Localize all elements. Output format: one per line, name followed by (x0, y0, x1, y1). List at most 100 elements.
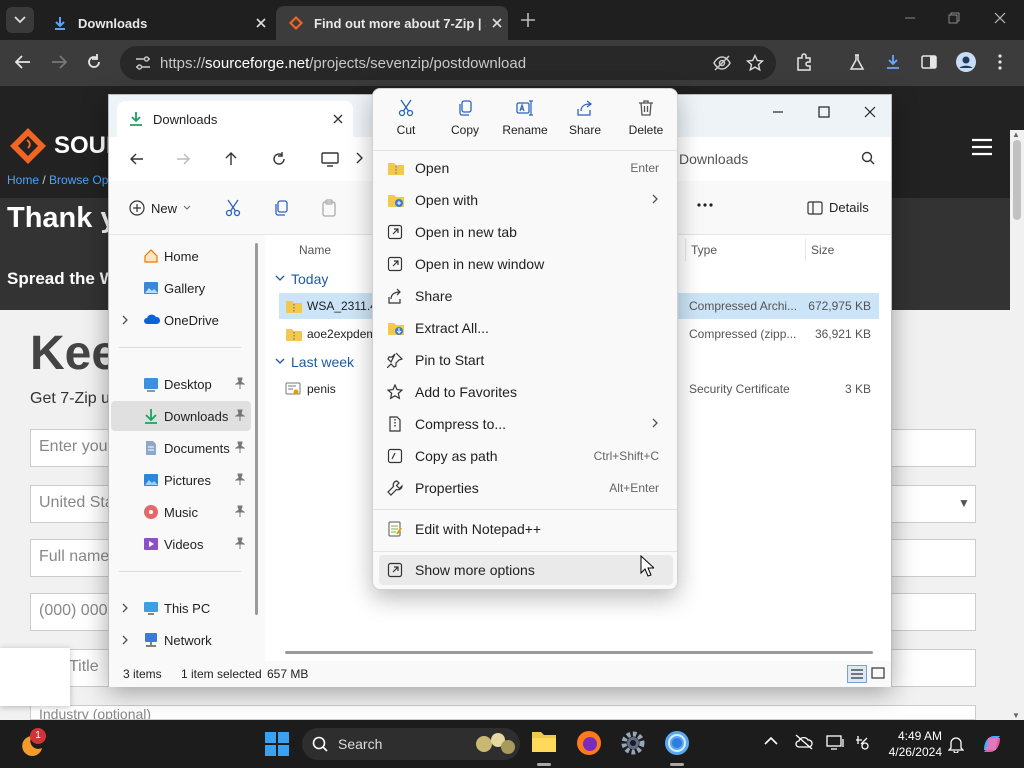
sidebar-item-pictures[interactable]: Pictures (111, 465, 251, 495)
minimize-button[interactable] (902, 10, 918, 26)
menu-item-pin-to-start[interactable]: Pin to Start (379, 345, 673, 375)
tracking-protection-icon[interactable] (712, 54, 732, 72)
menu-item-open-new-tab[interactable]: Open in new tab (379, 217, 673, 247)
pin-icon[interactable] (235, 505, 245, 517)
explorer-tab-downloads[interactable]: Downloads (117, 101, 353, 137)
tray-onedrive[interactable] (794, 734, 814, 750)
breadcrumb-home[interactable]: Home (7, 173, 39, 187)
page-scrollbar[interactable]: ▲ ▼ (1010, 130, 1024, 720)
menu-item-compress-to[interactable]: Compress to... (379, 409, 673, 439)
sidebar-scrollbar[interactable] (255, 243, 258, 615)
industry-field[interactable]: Industry (optional) (30, 705, 976, 720)
sidebar-item-music[interactable]: Music (111, 497, 251, 527)
menu-item-open[interactable]: Open Enter (379, 153, 673, 183)
tab-close-button[interactable] (486, 18, 508, 28)
chevron-right-icon[interactable] (121, 602, 129, 614)
restore-button[interactable] (946, 10, 962, 26)
column-separator[interactable] (805, 239, 806, 261)
chevron-right-icon[interactable] (121, 634, 129, 646)
taskbar-settings[interactable] (620, 730, 646, 756)
forward-button[interactable] (50, 53, 68, 71)
sidebar-item-downloads[interactable]: Downloads (111, 401, 251, 431)
chevron-right-icon[interactable] (121, 314, 129, 326)
share-action[interactable]: Share (555, 99, 615, 137)
menu-item-open-new-window[interactable]: Open in new window (379, 249, 673, 279)
menu-item-copy-as-path[interactable]: Copy as path Ctrl+Shift+C (379, 441, 673, 471)
tiles-view-button[interactable] (871, 667, 885, 679)
column-header-size[interactable]: Size (811, 243, 834, 257)
profile-button[interactable] (955, 51, 977, 73)
explorer-tab-close-button[interactable] (333, 114, 343, 124)
group-header-today[interactable]: Today (275, 271, 328, 287)
back-button[interactable] (14, 53, 32, 71)
tab-close-button[interactable] (250, 18, 272, 28)
explorer-minimize-button[interactable] (771, 105, 785, 119)
scroll-up-icon[interactable]: ▲ (1012, 130, 1020, 139)
breadcrumb-browse[interactable]: Browse Op (49, 173, 108, 187)
scroll-thumb[interactable] (1013, 140, 1021, 220)
cut-action[interactable]: Cut (376, 99, 436, 137)
side-panel-button[interactable] (920, 53, 938, 71)
details-view-button[interactable] (847, 665, 867, 683)
column-header-type[interactable]: Type (691, 243, 717, 257)
group-header-last-week[interactable]: Last week (275, 354, 354, 370)
explorer-maximize-button[interactable] (817, 105, 831, 119)
site-info-icon[interactable] (134, 55, 152, 71)
new-tab-button[interactable] (518, 10, 538, 30)
breadcrumb-chevron[interactable] (355, 151, 363, 165)
details-pane-button[interactable]: Details (807, 200, 869, 215)
pin-icon[interactable] (235, 377, 245, 389)
rename-action[interactable]: Rename (495, 99, 555, 137)
delete-action[interactable]: Delete (616, 99, 676, 137)
tray-network-volume[interactable] (854, 734, 870, 750)
notifications-button[interactable] (948, 735, 964, 753)
close-window-button[interactable] (992, 10, 1008, 26)
taskbar-search[interactable]: Search (302, 728, 520, 760)
sidebar-item-onedrive[interactable]: OneDrive (111, 305, 251, 335)
show-hidden-icons-button[interactable] (764, 736, 778, 746)
this-pc-breadcrumb[interactable] (321, 151, 339, 167)
column-header-name[interactable]: Name (299, 243, 331, 257)
menu-item-add-to-favorites[interactable]: Add to Favorites (379, 377, 673, 407)
explorer-forward-button[interactable] (175, 151, 191, 167)
menu-item-share[interactable]: Share (379, 281, 673, 311)
explorer-refresh-button[interactable] (271, 151, 287, 167)
taskbar-file-explorer[interactable] (530, 728, 558, 754)
column-separator[interactable] (685, 239, 686, 261)
browser-tab-downloads[interactable]: Downloads (40, 6, 272, 40)
menu-item-extract-all[interactable]: Extract All... (379, 313, 673, 343)
menu-item-properties[interactable]: Properties Alt+Enter (379, 473, 673, 503)
pin-icon[interactable] (235, 409, 245, 421)
explorer-search-box[interactable]: Downloads (679, 145, 881, 173)
address-bar[interactable]: https://sourceforge.net/projects/sevenzi… (120, 46, 776, 80)
explorer-back-button[interactable] (129, 151, 145, 167)
pin-icon[interactable] (235, 441, 245, 453)
sidebar-item-this-pc[interactable]: This PC (111, 593, 251, 623)
cut-button[interactable] (225, 199, 241, 217)
chrome-menu-button[interactable] (996, 53, 1004, 71)
explorer-up-button[interactable] (223, 151, 239, 167)
tray-display[interactable] (826, 734, 846, 750)
pin-icon[interactable] (235, 473, 245, 485)
labs-button[interactable] (848, 53, 866, 71)
sidebar-item-documents[interactable]: Documents (111, 433, 251, 463)
copy-button[interactable] (273, 199, 289, 217)
sidebar-item-network[interactable]: Network (111, 625, 251, 655)
reload-button[interactable] (85, 53, 103, 71)
start-button[interactable] (264, 731, 290, 757)
system-clock[interactable]: 4:49 AM 4/26/2024 (870, 728, 942, 760)
taskbar-chrome[interactable] (664, 730, 690, 756)
sf-menu-button[interactable] (970, 137, 994, 157)
browser-tab-sourceforge[interactable]: Find out more about 7-Zip | So (276, 6, 508, 40)
bookmark-star-icon[interactable] (746, 54, 764, 72)
paste-button[interactable] (321, 199, 337, 217)
sidebar-item-videos[interactable]: Videos (111, 529, 251, 559)
sidebar-item-desktop[interactable]: Desktop (111, 369, 251, 399)
downloads-button[interactable] (884, 53, 902, 71)
sidebar-item-gallery[interactable]: Gallery (111, 273, 251, 303)
tab-search-button[interactable] (6, 7, 34, 33)
copy-action[interactable]: Copy (435, 99, 495, 137)
menu-item-show-more-options[interactable]: Show more options (379, 555, 673, 585)
see-more-button[interactable] (695, 195, 715, 215)
new-button[interactable]: New (129, 200, 191, 216)
